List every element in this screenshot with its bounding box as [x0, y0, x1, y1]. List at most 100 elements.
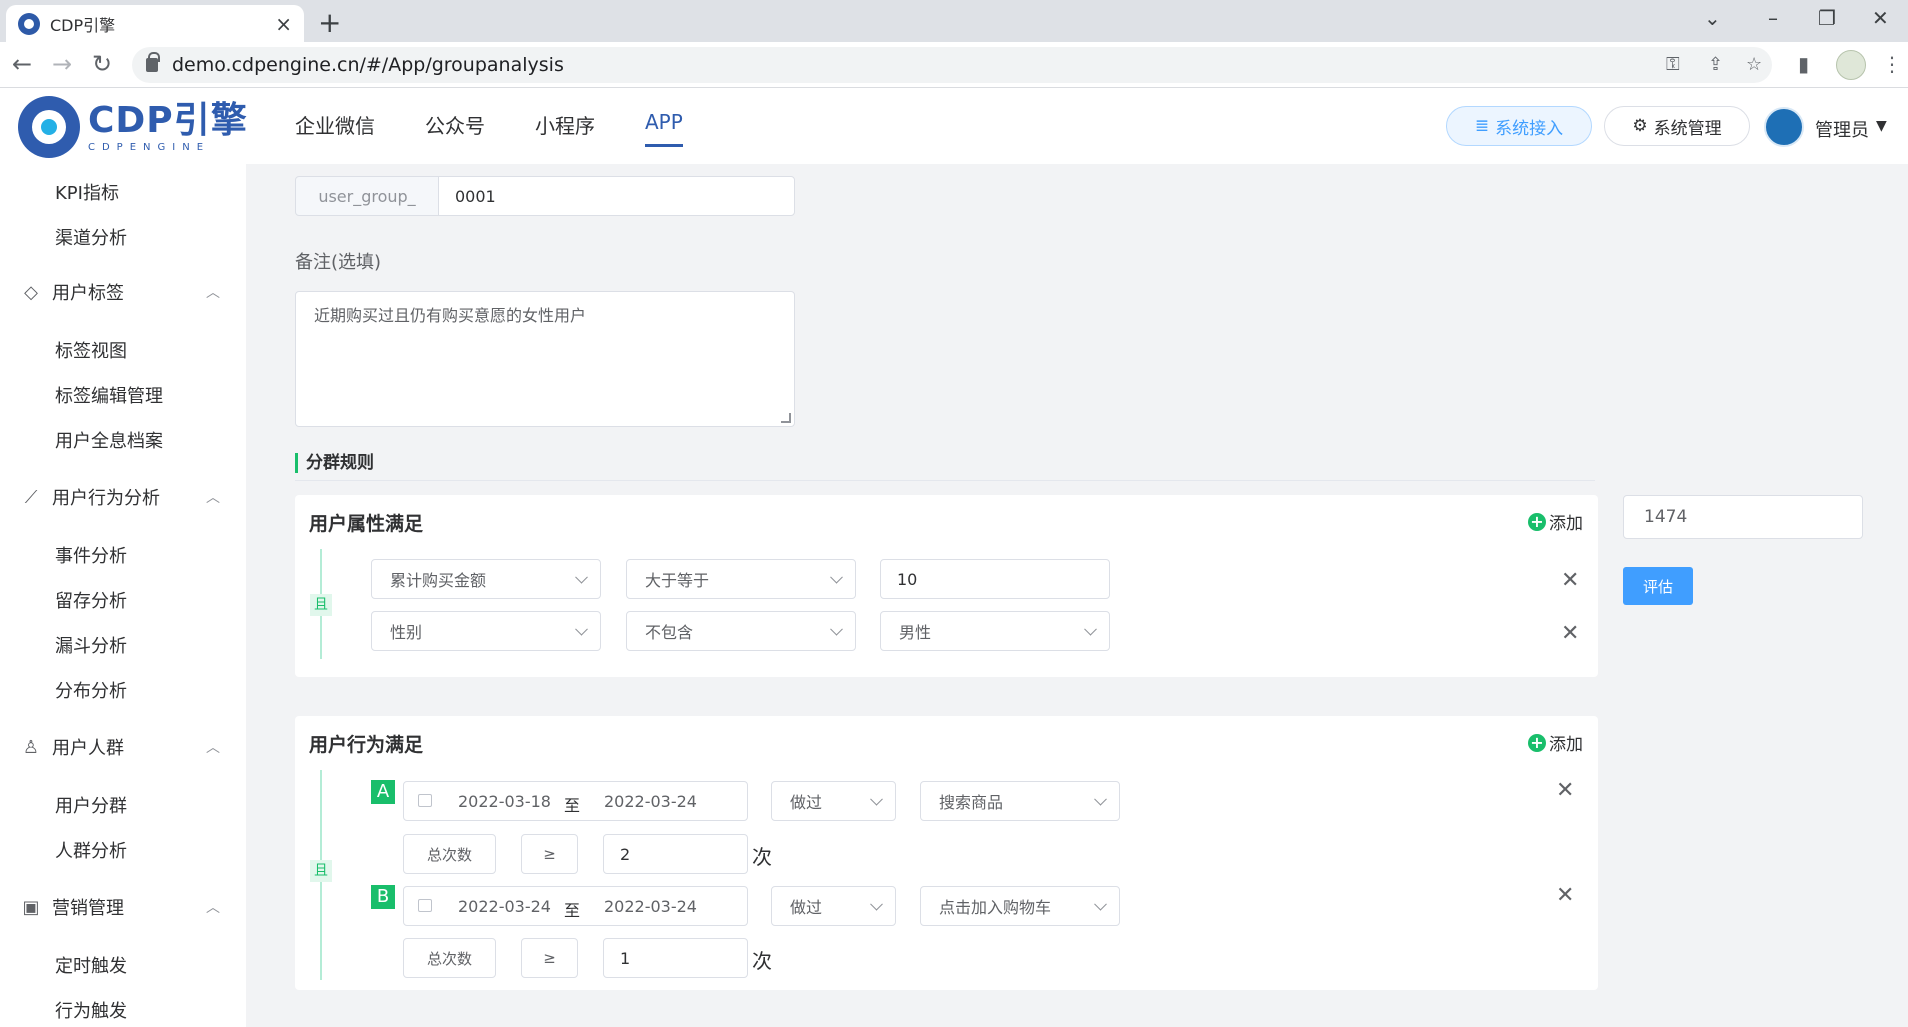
- chevron-down-icon: [830, 622, 843, 636]
- sidebar-item-crowd-analysis[interactable]: 人群分析: [55, 837, 127, 863]
- attribute-field-select[interactable]: 累计购买金额: [371, 559, 601, 599]
- sidebar-item-user-grouping[interactable]: 用户分群: [55, 792, 127, 818]
- crowd-count-output: 1474: [1623, 495, 1863, 539]
- metric-select[interactable]: 总次数: [403, 938, 496, 978]
- new-tab-icon[interactable]: +: [318, 6, 341, 39]
- remove-row-close-icon[interactable]: ✕: [1561, 621, 1579, 646]
- sidebar-item-timed-trigger[interactable]: 定时触发: [55, 952, 127, 978]
- comparator-select[interactable]: ≥: [521, 938, 578, 978]
- date-separator: 至: [564, 901, 581, 920]
- did-select[interactable]: 做过: [771, 781, 896, 821]
- browser-tab-bar: CDP引擎 × + ⌄ – ❐ ✕: [0, 0, 1908, 42]
- date-range-picker[interactable]: 2022-03-18 至 2022-03-24: [403, 781, 748, 821]
- attribute-operator-select[interactable]: 大于等于: [626, 559, 856, 599]
- remove-row-close-icon[interactable]: ✕: [1561, 568, 1579, 593]
- top-nav-official-account[interactable]: 公众号: [425, 110, 485, 147]
- times-input[interactable]: 2: [603, 834, 748, 874]
- share-icon[interactable]: ⇪: [1708, 54, 1723, 75]
- top-nav: 企业微信 公众号 小程序 APP: [295, 110, 733, 147]
- url-omnibox[interactable]: demo.cdpengine.cn/#/App/groupanalysis: [132, 47, 1772, 83]
- bookmark-star-icon[interactable]: ☆: [1746, 54, 1762, 75]
- group-id-input[interactable]: 0001: [438, 176, 795, 216]
- sidebar-group-user-tags[interactable]: ◇ 用户标签 ︿: [20, 279, 220, 305]
- did-select[interactable]: 做过: [771, 886, 896, 926]
- logo[interactable]: CDP引擎 CDPENGINE: [18, 96, 248, 158]
- system-manage-button[interactable]: ⚙ 系统管理: [1604, 106, 1750, 146]
- attribute-operator-select[interactable]: 不包含: [626, 611, 856, 651]
- chevron-down-icon: [870, 897, 883, 911]
- sidebar-item-event-analysis[interactable]: 事件分析: [55, 542, 127, 568]
- section-divider: [295, 480, 1595, 481]
- side-panel-icon[interactable]: ▮: [1798, 52, 1809, 76]
- evaluate-button[interactable]: 评估: [1623, 567, 1693, 605]
- address-bar: ← → ↻ demo.cdpengine.cn/#/App/groupanaly…: [0, 42, 1908, 88]
- chevron-down-icon: [575, 622, 588, 636]
- user-caret-down-icon[interactable]: ▼: [1876, 118, 1887, 134]
- forward-icon[interactable]: →: [52, 50, 72, 78]
- remark-text: 近期购买过且仍有购买意愿的女性用户: [314, 306, 587, 325]
- window-close-icon[interactable]: ✕: [1872, 6, 1889, 30]
- sidebar-item-tag-edit[interactable]: 标签编辑管理: [55, 382, 163, 408]
- chevron-down-icon: [1084, 622, 1097, 636]
- key-icon[interactable]: ⚿: [1666, 54, 1680, 75]
- attribute-value-input[interactable]: 10: [880, 559, 1110, 599]
- attribute-field-select[interactable]: 性别: [371, 611, 601, 651]
- and-badge[interactable]: 且: [310, 594, 332, 616]
- back-icon[interactable]: ←: [12, 50, 32, 78]
- behavior-card-title: 用户行为满足: [309, 734, 424, 756]
- behavior-add-button[interactable]: + 添加: [1528, 730, 1583, 755]
- date-range-picker[interactable]: 2022-03-24 至 2022-03-24: [403, 886, 748, 926]
- logo-main-text: CDP引擎: [88, 99, 248, 141]
- attribute-value-select[interactable]: 男性: [880, 611, 1110, 651]
- and-badge[interactable]: 且: [310, 860, 332, 882]
- users-icon: ♙: [22, 736, 40, 758]
- select-value: 不包含: [645, 623, 694, 642]
- system-connect-label: 系统接入: [1495, 118, 1564, 139]
- sidebar-item-user-profile[interactable]: 用户全息档案: [55, 427, 163, 453]
- system-connect-button[interactable]: ≣ 系统接入: [1446, 106, 1592, 146]
- browser-tab[interactable]: CDP引擎 ×: [6, 5, 304, 42]
- system-manage-label: 系统管理: [1653, 118, 1722, 139]
- url-text: demo.cdpengine.cn/#/App/groupanalysis: [172, 54, 564, 76]
- top-nav-mini-program[interactable]: 小程序: [535, 110, 595, 147]
- event-select[interactable]: 点击加入购物车: [920, 886, 1120, 926]
- user-name[interactable]: 管理员: [1815, 116, 1869, 142]
- times-input[interactable]: 1: [603, 938, 748, 978]
- tab-close-icon[interactable]: ×: [275, 12, 292, 36]
- remark-textarea[interactable]: 近期购买过且仍有购买意愿的女性用户: [295, 291, 795, 427]
- sidebar-item-kpi[interactable]: KPI指标: [55, 179, 119, 205]
- select-value: 做过: [790, 793, 823, 812]
- resize-handle-icon[interactable]: [781, 413, 791, 423]
- tab-search-icon[interactable]: ⌄: [1704, 6, 1721, 30]
- restore-icon[interactable]: ❐: [1818, 6, 1836, 30]
- end-date: 2022-03-24: [604, 792, 697, 811]
- plus-circle-icon: +: [1528, 512, 1546, 531]
- profile-avatar-icon[interactable]: [1836, 50, 1866, 80]
- sidebar-group-marketing[interactable]: ▣ 营销管理 ︿: [20, 894, 220, 920]
- reload-icon[interactable]: ↻: [92, 50, 112, 78]
- remove-row-close-icon[interactable]: ✕: [1556, 883, 1574, 908]
- sidebar-item-funnel-analysis[interactable]: 漏斗分析: [55, 632, 127, 658]
- top-nav-wecom[interactable]: 企业微信: [295, 110, 375, 147]
- attribute-card-title: 用户属性满足: [309, 513, 424, 535]
- app-header: CDP引擎 CDPENGINE 企业微信 公众号 小程序 APP ≣ 系统接入 …: [0, 88, 1908, 164]
- comparator-select[interactable]: ≥: [521, 834, 578, 874]
- chevron-down-icon: [830, 570, 843, 584]
- remove-row-close-icon[interactable]: ✕: [1556, 778, 1574, 803]
- sidebar-item-behavior-trigger[interactable]: 行为触发: [55, 997, 127, 1023]
- remark-label: 备注(选填): [295, 252, 382, 273]
- sidebar-group-user-crowd[interactable]: ♙ 用户人群 ︿: [20, 734, 220, 760]
- sidebar-item-tag-view[interactable]: 标签视图: [55, 337, 127, 363]
- sidebar-item-retention-analysis[interactable]: 留存分析: [55, 587, 127, 613]
- minimize-icon[interactable]: –: [1768, 6, 1778, 30]
- top-nav-app[interactable]: APP: [645, 110, 683, 147]
- user-avatar[interactable]: [1764, 107, 1804, 147]
- database-icon: ≣: [1474, 116, 1490, 136]
- sidebar-item-distribution-analysis[interactable]: 分布分析: [55, 677, 127, 703]
- attribute-add-button[interactable]: + 添加: [1528, 509, 1583, 534]
- sidebar-group-behavior-analysis[interactable]: ⟋ 用户行为分析 ︿: [20, 484, 220, 510]
- metric-select[interactable]: 总次数: [403, 834, 496, 874]
- sidebar-item-channel-analysis[interactable]: 渠道分析: [55, 224, 127, 250]
- more-menu-icon[interactable]: ⋮: [1882, 52, 1902, 76]
- event-select[interactable]: 搜索商品: [920, 781, 1120, 821]
